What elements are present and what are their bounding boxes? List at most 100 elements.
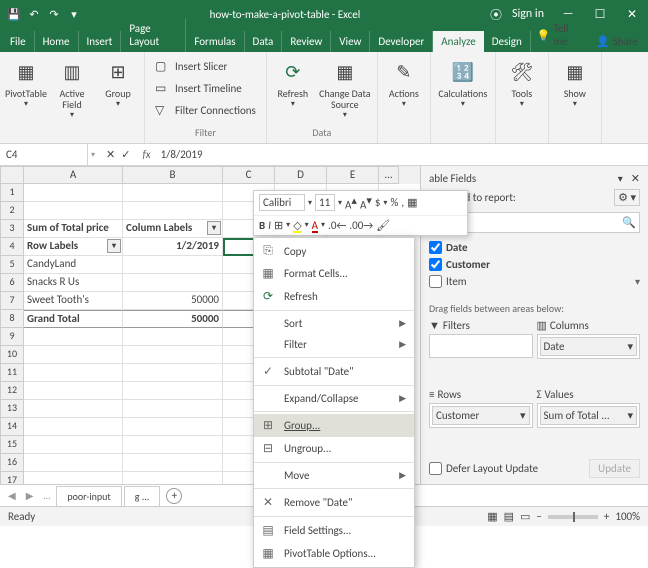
font-family-selector[interactable]: Calibri — [259, 194, 305, 211]
cancel-formula-icon[interactable]: ✕ — [106, 148, 115, 161]
qat-customize-icon[interactable]: ▾ — [66, 6, 82, 22]
menu-expand-collapse[interactable]: Expand/Collapse▶ — [254, 388, 414, 409]
tab-view[interactable]: View — [331, 31, 370, 52]
name-box-dropdown-icon[interactable]: ▾ — [88, 150, 98, 160]
tab-analyze[interactable]: Analyze — [433, 31, 483, 52]
row-header[interactable]: 5 — [0, 256, 24, 274]
zoom-slider[interactable] — [548, 515, 598, 519]
tab-formulas[interactable]: Formulas — [186, 31, 244, 52]
field-checkbox[interactable] — [429, 275, 442, 288]
menu-subtotal[interactable]: ✓Subtotal "Date" — [254, 360, 414, 383]
values-area[interactable]: Sum of Total ...▾ — [537, 403, 641, 428]
zoom-level[interactable]: 100% — [615, 510, 640, 523]
cell[interactable]: Snacks R Us — [24, 274, 123, 292]
row-header[interactable]: 16 — [0, 454, 24, 472]
menu-remove[interactable]: ✕Remove "Date" — [254, 491, 414, 514]
decrease-decimal-icon[interactable]: .0← — [328, 219, 346, 232]
row-header[interactable]: 14 — [0, 418, 24, 436]
percent-format-icon[interactable]: % — [390, 196, 398, 209]
menu-filter[interactable]: Filter▶ — [254, 334, 414, 355]
change-data-source-button[interactable]: ▦Change Data Source▾ — [317, 54, 373, 124]
tab-page-layout[interactable]: Page Layout — [121, 18, 186, 52]
tab-file[interactable]: File — [2, 31, 35, 52]
gear-icon[interactable]: ⚙ ▾ — [614, 189, 640, 206]
row-header[interactable]: 7 — [0, 292, 24, 310]
active-field-button[interactable]: ▥Active Field▾ — [50, 54, 94, 124]
fx-icon[interactable]: fx — [138, 148, 154, 161]
font-size-selector[interactable]: 11 — [315, 194, 335, 211]
field-item-date[interactable]: Date — [429, 239, 640, 256]
row-header[interactable]: 1 — [0, 184, 24, 202]
menu-refresh[interactable]: ⟳Refresh — [254, 285, 414, 308]
table-icon[interactable]: ▦ — [407, 196, 417, 209]
expand-icon[interactable]: ▾ — [635, 275, 640, 288]
tools-button[interactable]: 🛠Tools▾ — [500, 54, 544, 113]
increase-decimal-icon[interactable]: .00→ — [349, 219, 373, 232]
update-button[interactable]: Update — [589, 459, 640, 478]
menu-pivottable-options[interactable]: ▦PivotTable Options... — [254, 542, 414, 565]
filter-dropdown-icon[interactable]: ▾ — [107, 239, 121, 253]
formula-value[interactable]: 1/8/2019 — [155, 148, 209, 161]
refresh-button[interactable]: ⟳Refresh▾ — [271, 54, 315, 113]
undo-icon[interactable]: ↶ — [26, 6, 42, 22]
cell[interactable]: 1/2/2019 — [123, 238, 223, 256]
group-button[interactable]: ⊞Group▾ — [96, 54, 140, 113]
add-sheet-icon[interactable]: + — [166, 488, 182, 504]
cell[interactable]: Sum of Total price — [24, 220, 123, 238]
insert-slicer-button[interactable]: ▢Insert Slicer — [151, 56, 260, 76]
tab-design[interactable]: Design — [484, 31, 531, 52]
close-icon[interactable]: ✕ — [616, 0, 648, 28]
cell[interactable]: Sweet Tooth's — [24, 292, 123, 310]
menu-sort[interactable]: Sort▶ — [254, 313, 414, 334]
tell-me[interactable]: 💡Tell me — [531, 18, 586, 52]
menu-format-cells[interactable]: ▦Format Cells... — [254, 262, 414, 285]
columns-area[interactable]: Date▾ — [537, 334, 641, 359]
save-icon[interactable]: 💾 — [6, 6, 22, 22]
field-item-customer[interactable]: Customer — [429, 256, 640, 273]
rows-area[interactable]: Customer▾ — [429, 403, 533, 428]
chevron-down-icon[interactable]: ▾ — [627, 340, 633, 353]
tab-insert[interactable]: Insert — [79, 31, 122, 52]
defer-checkbox[interactable] — [429, 462, 442, 475]
redo-icon[interactable]: ↷ — [46, 6, 62, 22]
col-header-a[interactable]: A — [24, 166, 123, 184]
insert-timeline-button[interactable]: ▭Insert Timeline — [151, 78, 260, 98]
cell[interactable]: 50000 — [123, 292, 223, 310]
view-break-icon[interactable]: ▭ — [520, 510, 530, 523]
sheet-nav-next-icon[interactable]: ▶ — [22, 489, 38, 502]
row-header[interactable]: 6 — [0, 274, 24, 292]
value-pill-sum[interactable]: Sum of Total ...▾ — [540, 406, 638, 425]
col-header-e[interactable]: E — [327, 166, 379, 184]
filter-dropdown-icon[interactable]: ▾ — [207, 221, 221, 235]
col-header-b[interactable]: B — [123, 166, 223, 184]
decrease-font-icon[interactable]: A▾ — [360, 194, 372, 212]
view-page-icon[interactable]: ▤ — [504, 510, 514, 523]
row-header[interactable]: 2 — [0, 202, 24, 220]
enter-formula-icon[interactable]: ✓ — [121, 148, 130, 161]
zoom-in-icon[interactable]: + — [604, 510, 609, 523]
cell[interactable]: CandyLand — [24, 256, 123, 274]
format-painter-icon[interactable]: 🖌 — [376, 219, 390, 232]
pane-dropdown-icon[interactable]: ▾ — [618, 172, 623, 185]
menu-field-settings[interactable]: ▤Field Settings... — [254, 519, 414, 542]
account-icon[interactable]: ⦿ — [490, 6, 502, 23]
increase-font-icon[interactable]: A▴ — [345, 194, 357, 212]
row-header[interactable]: 12 — [0, 382, 24, 400]
tab-data[interactable]: Data — [245, 31, 283, 52]
row-header[interactable]: 4 — [0, 238, 24, 256]
col-header-c[interactable]: C — [223, 166, 275, 184]
share-button[interactable]: 👤Share — [586, 31, 648, 52]
show-button[interactable]: ▦Show▾ — [553, 54, 597, 113]
menu-group[interactable]: ⊞Group... — [254, 414, 414, 437]
fill-color-icon[interactable]: ◇ — [293, 219, 301, 232]
sheet-tab[interactable]: poor-input — [56, 486, 121, 506]
row-header[interactable]: 11 — [0, 364, 24, 382]
pane-close-icon[interactable]: ✕ — [631, 172, 640, 185]
cell[interactable]: 50000 — [123, 310, 223, 328]
field-checkbox[interactable] — [429, 241, 442, 254]
italic-icon[interactable]: I — [268, 219, 271, 232]
tab-developer[interactable]: Developer — [370, 31, 433, 52]
tab-home[interactable]: Home — [35, 31, 79, 52]
borders-icon[interactable]: ⊞ — [274, 219, 283, 232]
pivottable-button[interactable]: ▦PivotTable▾ — [4, 54, 48, 113]
